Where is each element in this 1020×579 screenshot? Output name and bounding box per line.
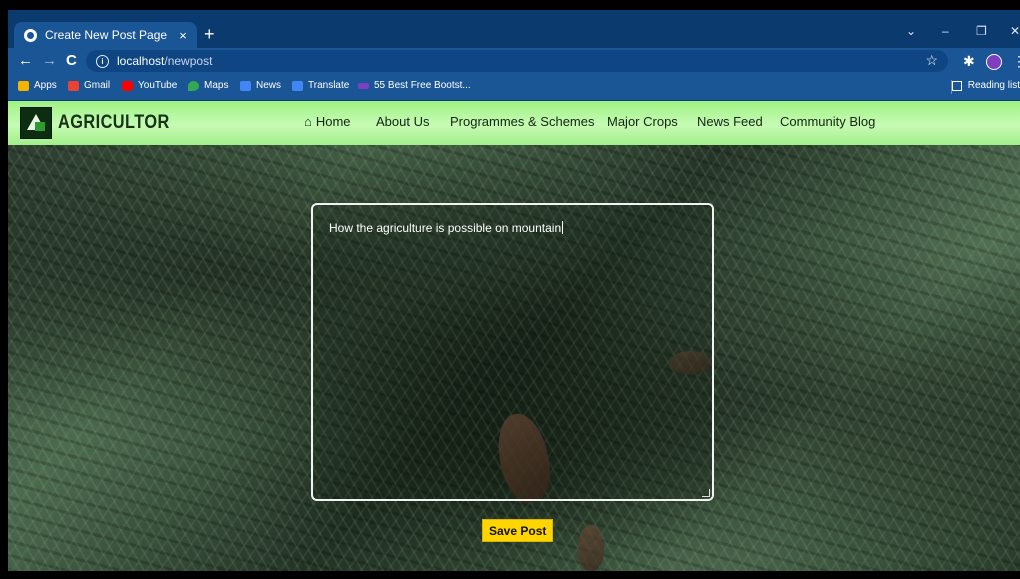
bookmark-bootstrap[interactable]: 55 Best Free Bootst... — [358, 80, 471, 91]
bookmark-star-icon[interactable]: ☆ — [925, 52, 938, 69]
browser-window: Create New Post Page × + ⌄ – ❐ ✕ ← → C i… — [8, 10, 1020, 571]
bookmarks-bar: Apps Gmail YouTube Maps News Translate 5… — [8, 74, 1020, 101]
extensions-puzzle-icon[interactable]: ✱ — [963, 51, 975, 71]
tab-close-icon[interactable]: × — [173, 28, 193, 43]
bookmark-translate[interactable]: Translate — [292, 80, 349, 91]
reload-button[interactable]: C — [66, 51, 77, 71]
address-bar[interactable]: i localhost/newpost ☆ — [86, 50, 948, 72]
nav-about-us[interactable]: About Us — [376, 114, 429, 129]
site-favicon-icon — [24, 28, 37, 42]
bookmark-maps[interactable]: Maps — [188, 80, 228, 91]
close-window-button[interactable]: ✕ — [1010, 24, 1020, 38]
save-post-button[interactable]: Save Post — [482, 519, 554, 542]
nav-news-feed[interactable]: News Feed — [697, 114, 763, 129]
profile-avatar[interactable] — [986, 54, 1002, 70]
logo-mark-icon — [20, 107, 52, 139]
reading-list-icon — [951, 80, 962, 91]
toolbar: ← → C i localhost/newpost ☆ ✱ ⋮ — [8, 48, 1020, 74]
reading-list-button[interactable]: Reading list — [951, 80, 1020, 91]
text-caret — [562, 221, 564, 234]
tab-search-icon[interactable]: ⌄ — [906, 24, 916, 38]
url-host: localhost — [117, 54, 165, 68]
fern-background: How the agriculture is possible on mount… — [8, 145, 1020, 571]
new-tab-button[interactable]: + — [204, 24, 215, 44]
bookmark-youtube[interactable]: YouTube — [122, 80, 177, 91]
textarea-resize-handle[interactable] — [702, 489, 710, 497]
maps-pin-icon — [188, 80, 199, 91]
nav-programmes-schemes[interactable]: Programmes & Schemes — [450, 114, 595, 129]
bookmark-news[interactable]: News — [240, 80, 281, 91]
menu-kebab-icon[interactable]: ⋮ — [1012, 51, 1020, 71]
site-logo[interactable]: AGRICULTOR — [20, 107, 188, 139]
bootstrap-icon — [358, 82, 369, 89]
forward-button[interactable]: → — [42, 51, 57, 71]
nav-major-crops[interactable]: Major Crops — [607, 114, 678, 129]
url-path: /newpost — [164, 54, 213, 68]
post-content-text: How the agriculture is possible on mount… — [329, 221, 564, 235]
nav-home[interactable]: ⌂ Home — [304, 114, 351, 129]
back-button[interactable]: ← — [18, 51, 33, 71]
site-info-icon[interactable]: i — [96, 54, 109, 68]
translate-icon — [292, 80, 303, 91]
gmail-icon — [68, 80, 79, 91]
tab-title: Create New Post Page — [45, 28, 168, 42]
bookmark-gmail[interactable]: Gmail — [68, 80, 110, 91]
dry-leaf-decoration — [578, 525, 604, 571]
restore-button[interactable]: ❐ — [976, 24, 987, 38]
tab-strip: Create New Post Page × + ⌄ – ❐ ✕ — [8, 10, 1020, 48]
home-icon: ⌂ — [304, 114, 312, 129]
nav-community-blog[interactable]: Community Blog — [780, 114, 875, 129]
youtube-icon — [122, 80, 133, 91]
site-navbar: AGRICULTOR ⌂ Home About Us Programmes & S… — [8, 101, 1020, 145]
logo-text: AGRICULTOR — [58, 112, 170, 133]
tab-create-new-post[interactable]: Create New Post Page × — [14, 22, 197, 48]
news-icon — [240, 80, 251, 91]
post-content-textarea[interactable]: How the agriculture is possible on mount… — [311, 203, 714, 501]
bookmark-apps[interactable]: Apps — [18, 80, 57, 91]
minimize-button[interactable]: – — [942, 24, 949, 38]
apps-grid-icon — [18, 80, 29, 91]
